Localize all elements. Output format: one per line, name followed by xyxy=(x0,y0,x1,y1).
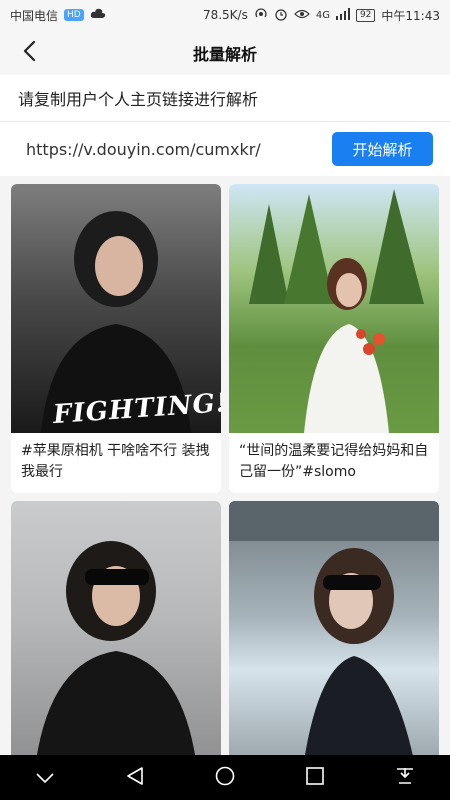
hotspot-icon xyxy=(254,7,268,24)
link-input-row: 开始解析 xyxy=(0,122,450,176)
instruction-text: 请复制用户个人主页链接进行解析 xyxy=(0,75,450,122)
chevron-left-icon xyxy=(22,40,36,66)
status-right: 78.5K/s 4G 92 中午11:43 xyxy=(203,7,440,24)
status-bar: 中国电信 HD 78.5K/s 4G 92 中午11:43 xyxy=(0,0,450,30)
video-grid: FIGHTING! #苹果原相机 干啥啥不行 装拽我最行 “世间的温柔要记得给妈… xyxy=(11,184,439,761)
system-recents-button[interactable] xyxy=(295,758,335,798)
hd-badge: HD xyxy=(64,9,84,21)
network-speed: 78.5K/s xyxy=(202,8,248,22)
video-card[interactable]: “世间的温柔要记得给妈妈和自己留一份”#slomo xyxy=(229,184,439,493)
system-navigation-bar xyxy=(0,755,450,800)
homepage-link-input[interactable] xyxy=(26,139,306,159)
alarm-icon xyxy=(274,7,288,24)
video-thumbnail[interactable]: FIGHTING! xyxy=(11,184,221,433)
chevron-down-icon xyxy=(36,768,54,787)
video-caption: #苹果原相机 干啥啥不行 装拽我最行 xyxy=(21,443,210,480)
system-home-button[interactable] xyxy=(205,758,245,798)
video-card[interactable] xyxy=(229,501,439,761)
carrier-label: 中国电信 xyxy=(10,8,59,23)
video-thumbnail[interactable] xyxy=(229,501,439,761)
video-caption: “世间的温柔要记得给妈妈和自己留一份”#slomo xyxy=(239,443,429,480)
signal-bars-icon xyxy=(335,7,350,23)
video-thumbnail[interactable] xyxy=(11,501,221,761)
video-card[interactable]: FIGHTING! #苹果原相机 干啥啥不行 装拽我最行 xyxy=(11,184,221,493)
back-triangle-icon xyxy=(126,766,144,789)
back-button[interactable] xyxy=(14,38,44,68)
video-card[interactable] xyxy=(11,501,221,761)
page-title: 批量解析 xyxy=(192,44,257,64)
system-back-button[interactable] xyxy=(115,758,155,798)
cloud-icon xyxy=(90,8,106,22)
clock: 中午11:43 xyxy=(381,8,440,23)
eye-icon xyxy=(293,8,310,23)
home-circle-icon xyxy=(215,766,235,790)
signal-type: 4G xyxy=(315,9,330,21)
battery-indicator: 92 xyxy=(355,8,376,22)
system-notification-button[interactable] xyxy=(385,758,425,798)
notification-pull-icon xyxy=(396,767,414,789)
video-thumbnail[interactable] xyxy=(229,184,439,433)
top-nav-bar: 批量解析 xyxy=(0,30,450,75)
recents-square-icon xyxy=(306,766,324,789)
start-parse-button[interactable]: 开始解析 xyxy=(332,132,433,166)
status-left: 中国电信 HD xyxy=(10,7,106,24)
hide-nav-button[interactable] xyxy=(25,758,65,798)
